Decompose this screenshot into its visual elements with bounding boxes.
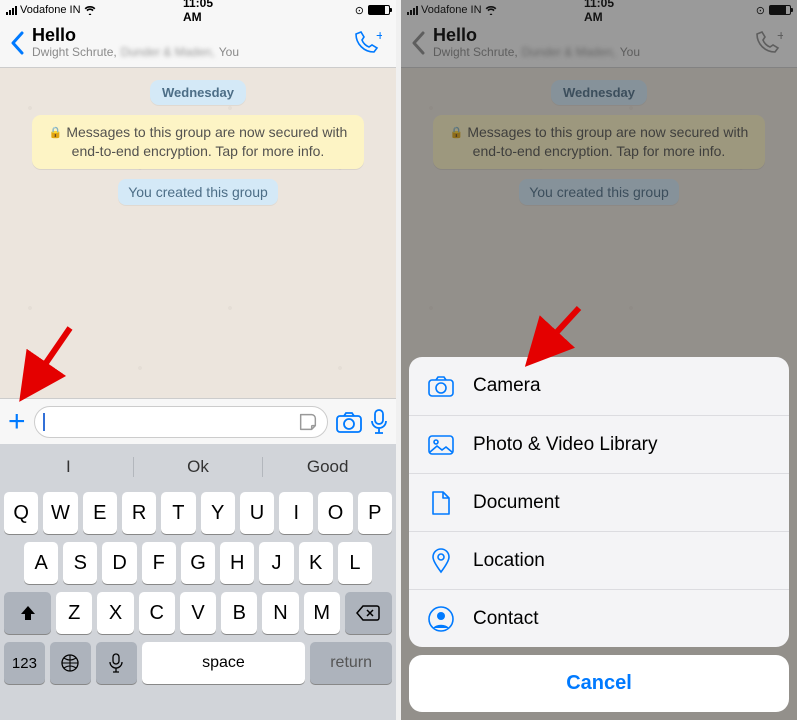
- text-caret: [43, 413, 45, 431]
- suggestion[interactable]: Ok: [133, 457, 263, 477]
- camera-button[interactable]: [336, 411, 362, 433]
- sheet-label: Photo & Video Library: [473, 434, 658, 456]
- key[interactable]: O: [318, 492, 352, 534]
- return-key[interactable]: return: [310, 642, 392, 684]
- sheet-cancel-button[interactable]: Cancel: [409, 655, 789, 712]
- chat-subtitle: Dwight Schrute, Dunder & Maden, You: [32, 46, 348, 59]
- key[interactable]: A: [24, 542, 58, 584]
- photo-icon: [427, 434, 455, 456]
- key[interactable]: Z: [56, 592, 92, 634]
- lock-icon: 🔒: [49, 127, 63, 139]
- day-chip: Wednesday: [150, 80, 246, 105]
- key[interactable]: R: [122, 492, 156, 534]
- key[interactable]: J: [259, 542, 293, 584]
- key[interactable]: G: [181, 542, 215, 584]
- contact-icon: [427, 606, 455, 632]
- space-key[interactable]: space: [142, 642, 306, 684]
- key-row-3: Z X C V B N M: [4, 592, 392, 634]
- suggestion[interactable]: Good: [262, 457, 392, 477]
- key[interactable]: N: [262, 592, 298, 634]
- key[interactable]: S: [63, 542, 97, 584]
- dictate-key[interactable]: [96, 642, 137, 684]
- sheet-item-location[interactable]: Location: [409, 531, 789, 589]
- message-input[interactable]: [34, 406, 328, 438]
- wifi-icon: [84, 5, 96, 15]
- sheet-item-document[interactable]: Document: [409, 473, 789, 531]
- signal-icon: [6, 6, 17, 15]
- phone-right: Vodafone IN 11:05 AM ⊙ Hello Dwight Schr…: [401, 0, 797, 720]
- sheet-label: Contact: [473, 608, 538, 630]
- key[interactable]: L: [338, 542, 372, 584]
- key[interactable]: W: [43, 492, 77, 534]
- sticker-button[interactable]: [297, 411, 319, 433]
- key[interactable]: F: [142, 542, 176, 584]
- numbers-key[interactable]: 123: [4, 642, 45, 684]
- sheet-item-library[interactable]: Photo & Video Library: [409, 415, 789, 473]
- key[interactable]: Y: [201, 492, 235, 534]
- suggestion-row: I Ok Good: [4, 450, 392, 484]
- suggestion[interactable]: I: [4, 457, 133, 477]
- key[interactable]: V: [180, 592, 216, 634]
- chat-title: Hello: [32, 26, 348, 46]
- chat-header: Hello Dwight Schrute, Dunder & Maden, Yo…: [0, 20, 396, 68]
- key[interactable]: K: [299, 542, 333, 584]
- key[interactable]: M: [304, 592, 340, 634]
- alarm-icon: ⊙: [355, 4, 364, 17]
- mic-button[interactable]: [370, 409, 388, 435]
- chat-title-block[interactable]: Hello Dwight Schrute, Dunder & Maden, Yo…: [32, 26, 348, 59]
- key[interactable]: H: [220, 542, 254, 584]
- chat-body[interactable]: Wednesday 🔒 Messages to this group are n…: [0, 68, 396, 398]
- sheet-item-contact[interactable]: Contact: [409, 589, 789, 647]
- key[interactable]: X: [97, 592, 133, 634]
- camera-icon: [427, 375, 455, 397]
- sheet-label: Camera: [473, 375, 541, 397]
- key[interactable]: Q: [4, 492, 38, 534]
- key-row-2: A S D F G H J K L: [4, 542, 392, 584]
- key[interactable]: P: [358, 492, 392, 534]
- key[interactable]: B: [221, 592, 257, 634]
- key[interactable]: T: [161, 492, 195, 534]
- carrier-label: Vodafone IN: [20, 4, 81, 16]
- call-button[interactable]: +: [348, 26, 386, 60]
- sheet-label: Location: [473, 550, 545, 572]
- encryption-notice[interactable]: 🔒 Messages to this group are now secured…: [32, 115, 365, 169]
- svg-text:+: +: [376, 30, 382, 43]
- key-row-1: Q W E R T Y U I O P: [4, 492, 392, 534]
- key[interactable]: I: [279, 492, 313, 534]
- action-sheet: Camera Photo & Video Library Document: [409, 357, 789, 712]
- sheet-item-camera[interactable]: Camera: [409, 357, 789, 415]
- shift-key[interactable]: [4, 592, 51, 634]
- key[interactable]: E: [83, 492, 117, 534]
- keyboard: I Ok Good Q W E R T Y U I O P A S D F: [0, 444, 396, 720]
- back-button[interactable]: [10, 31, 32, 55]
- phone-left: Vodafone IN 11:05 AM ⊙ Hello Dwight Schr…: [0, 0, 396, 720]
- key-row-4: 123 space return: [4, 642, 392, 684]
- input-bar: +: [0, 398, 396, 444]
- location-icon: [427, 548, 455, 574]
- key[interactable]: D: [102, 542, 136, 584]
- sheet-label: Document: [473, 492, 560, 514]
- globe-key[interactable]: [50, 642, 91, 684]
- key[interactable]: U: [240, 492, 274, 534]
- system-message: You created this group: [118, 179, 278, 205]
- delete-key[interactable]: [345, 592, 392, 634]
- battery-icon: [368, 5, 390, 15]
- document-icon: [427, 490, 455, 516]
- status-bar: Vodafone IN 11:05 AM ⊙: [0, 0, 396, 20]
- clock: 11:05 AM: [183, 0, 213, 24]
- attach-button[interactable]: +: [8, 405, 26, 439]
- key[interactable]: C: [139, 592, 175, 634]
